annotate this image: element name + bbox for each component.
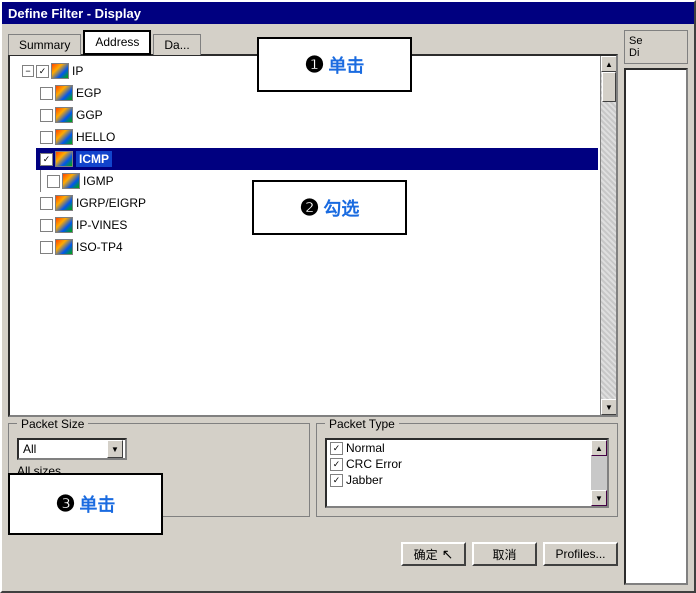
- pt-label-jabber: Jabber: [346, 473, 383, 487]
- annotation-1: ❶ 单击: [257, 37, 412, 92]
- tree-item-ggp[interactable]: GGP: [36, 104, 598, 126]
- proto-icon-ggp: [55, 107, 73, 123]
- pt-scrollbar[interactable]: ▲ ▼: [591, 440, 607, 506]
- cancel-button[interactable]: 取消: [472, 542, 537, 566]
- packet-type-list: Normal CRC Error Jabber ▲: [325, 438, 609, 508]
- tree-label-igrp: IGRP/EIGRP: [76, 196, 146, 210]
- annotation-3: ❸ 单击: [8, 473, 163, 535]
- cursor-icon: ↖: [442, 546, 454, 563]
- checkbox-ggp[interactable]: [40, 109, 53, 122]
- ann1-text: 单击: [328, 52, 364, 78]
- proto-icon-isotp4: [55, 239, 73, 255]
- tree-panel: − IP EGP: [8, 54, 618, 417]
- scrollbar-up-btn[interactable]: ▲: [601, 56, 617, 72]
- select-value: All: [23, 442, 36, 456]
- pt-label-crc: CRC Error: [346, 457, 402, 471]
- profiles-button[interactable]: Profiles...: [543, 542, 618, 566]
- proto-icon-hello: [55, 129, 73, 145]
- tree-label-igmp: IGMP: [83, 174, 114, 188]
- tree-label-isotp4: ISO-TP4: [76, 240, 123, 254]
- proto-icon-ipvines: [55, 217, 73, 233]
- checkbox-hello[interactable]: [40, 131, 53, 144]
- checkbox-ipvines[interactable]: [40, 219, 53, 232]
- tab-data[interactable]: Da...: [153, 34, 200, 55]
- pt-checkbox-crc[interactable]: [330, 458, 343, 471]
- left-panel: Summary Address Da... −: [8, 30, 618, 585]
- checkbox-igrp[interactable]: [40, 197, 53, 210]
- title-bar: Define Filter - Display: [2, 2, 694, 24]
- ok-button[interactable]: 确定 ↖: [401, 542, 466, 566]
- tree-item-icmp[interactable]: ICMP: [36, 148, 598, 170]
- packet-type-group: Packet Type Normal CRC Error Jabber: [316, 423, 618, 517]
- tree-label-hello: HELLO: [76, 130, 115, 144]
- right-panel-top: Se Di: [624, 30, 688, 64]
- tab-address[interactable]: Address: [83, 30, 151, 55]
- pt-item-jabber[interactable]: Jabber: [327, 472, 607, 488]
- checkbox-igmp[interactable]: [47, 175, 60, 188]
- proto-icon-igrp: [55, 195, 73, 211]
- packet-type-title: Packet Type: [325, 417, 399, 431]
- ann2-text: 勾选: [323, 195, 359, 221]
- tree-item-hello[interactable]: HELLO: [36, 126, 598, 148]
- checkbox-icmp[interactable]: [40, 153, 53, 166]
- annotation-2: ❷ 勾选: [252, 180, 407, 235]
- checkbox-isotp4[interactable]: [40, 241, 53, 254]
- checkbox-ip[interactable]: [36, 65, 49, 78]
- tree-label-ip: IP: [72, 64, 83, 78]
- ann3-text: 单击: [79, 491, 115, 517]
- packet-size-select[interactable]: All ▼: [17, 438, 127, 460]
- tree-item-isotp4[interactable]: ISO-TP4: [36, 236, 598, 258]
- button-row: ❸ 单击 确定 ↖ 取消 Profiles...: [8, 523, 618, 585]
- expand-btn-ip[interactable]: −: [22, 65, 34, 77]
- title-text: Define Filter - Display: [8, 6, 141, 21]
- pt-label-normal: Normal: [346, 441, 385, 455]
- proto-icon-igmp: [62, 173, 80, 189]
- ann3-symbol: ❸: [56, 491, 76, 517]
- tree-scrollbar[interactable]: ▲ ▼: [600, 56, 616, 415]
- proto-icon-ip: [51, 63, 69, 79]
- pt-checkbox-normal[interactable]: [330, 442, 343, 455]
- tree-label-ipvines: IP-VINES: [76, 218, 127, 232]
- scrollbar-thumb[interactable]: [602, 72, 616, 102]
- right-panel: Se Di: [618, 30, 688, 585]
- pt-item-normal[interactable]: Normal: [327, 440, 607, 456]
- pt-scroll-up[interactable]: ▲: [591, 440, 607, 456]
- scrollbar-down-btn[interactable]: ▼: [601, 399, 617, 415]
- tree-label-icmp: ICMP: [76, 151, 112, 167]
- packet-size-title: Packet Size: [17, 417, 88, 431]
- pt-scroll-down[interactable]: ▼: [591, 490, 607, 506]
- dropdown-arrow-icon[interactable]: ▼: [107, 440, 123, 458]
- tree-label-ggp: GGP: [76, 108, 103, 122]
- proto-icon-icmp: [55, 151, 73, 167]
- pt-item-crc[interactable]: CRC Error: [327, 456, 607, 472]
- tab-summary[interactable]: Summary: [8, 34, 81, 55]
- main-window: Define Filter - Display Summary Address …: [0, 0, 696, 593]
- checkbox-egp[interactable]: [40, 87, 53, 100]
- proto-icon-egp: [55, 85, 73, 101]
- right-panel-list: [624, 68, 688, 585]
- tree-label-egp: EGP: [76, 86, 101, 100]
- pt-checkbox-jabber[interactable]: [330, 474, 343, 487]
